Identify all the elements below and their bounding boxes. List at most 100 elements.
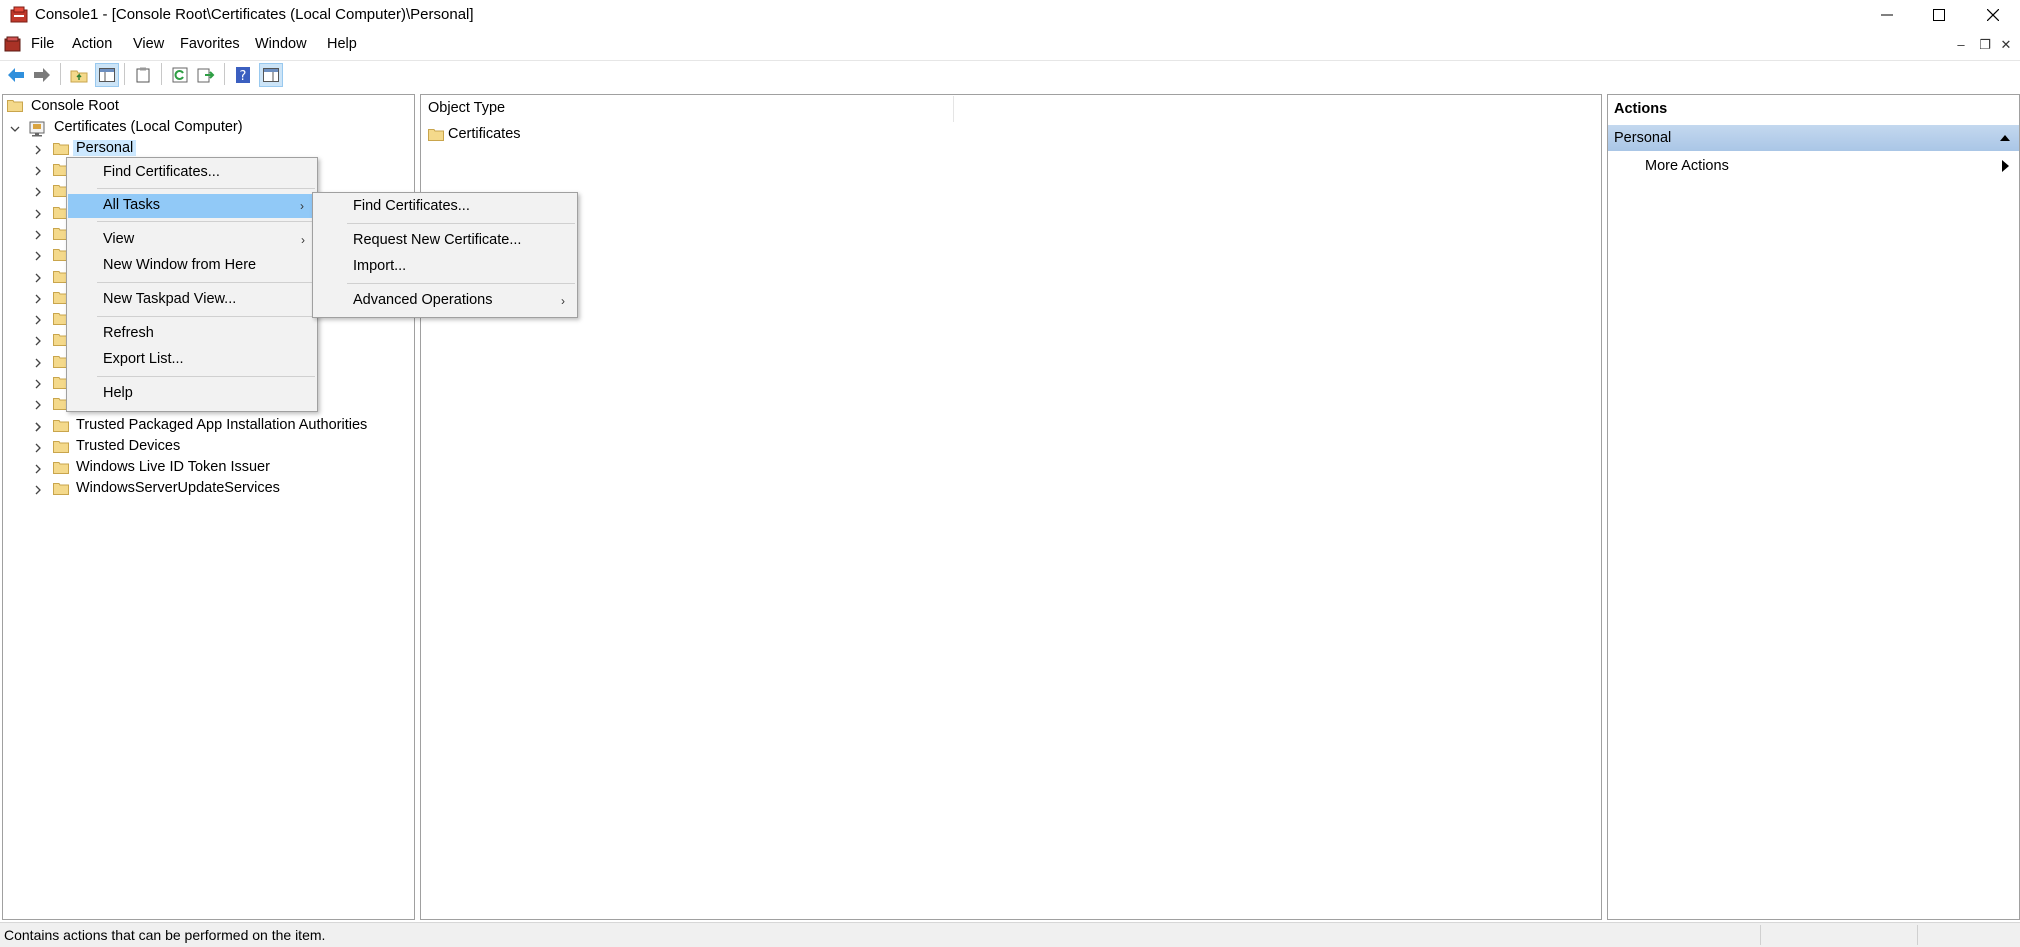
minimize-icon — [1881, 14, 1893, 16]
show-hide-tree-button[interactable] — [95, 63, 119, 87]
menu-view[interactable]: View — [133, 36, 164, 52]
certificate-app-icon — [10, 6, 28, 23]
up-one-level-button[interactable] — [67, 63, 91, 87]
menu-help[interactable]: Help — [327, 36, 357, 52]
chevron-right-icon[interactable] — [33, 464, 43, 474]
tree-item-wsus[interactable]: WindowsServerUpdateServices — [76, 480, 280, 496]
mmc-console-icon[interactable] — [4, 36, 21, 53]
chevron-right-icon[interactable] — [33, 294, 43, 304]
menu-file[interactable]: File — [31, 36, 54, 52]
chevron-right-icon[interactable] — [33, 315, 43, 325]
refresh-button[interactable] — [168, 63, 192, 87]
toolbar-separator — [161, 63, 162, 85]
sub-import[interactable]: Import... — [313, 255, 577, 279]
chevron-right-icon[interactable] — [33, 187, 43, 197]
chevron-right-icon[interactable] — [33, 358, 43, 368]
forward-icon — [34, 68, 50, 82]
ctx-new-window[interactable]: New Window from Here — [67, 254, 317, 278]
close-button[interactable] — [1966, 0, 2020, 30]
export-list-button[interactable] — [194, 63, 218, 87]
chevron-right-icon[interactable] — [33, 209, 43, 219]
tree-item-personal[interactable]: Personal — [73, 140, 137, 156]
ctx-view[interactable]: View › — [67, 228, 317, 252]
back-button[interactable] — [4, 63, 28, 87]
folder-icon — [53, 462, 69, 474]
window-title: Console1 - [Console Root\Certificates (L… — [35, 6, 474, 23]
ctx-find-certificates[interactable]: Find Certificates... — [67, 161, 317, 185]
submenu-arrow-icon: › — [561, 294, 565, 308]
menu-separator — [347, 223, 575, 224]
status-divider — [1760, 925, 1761, 945]
export-list-icon — [197, 68, 215, 83]
results-pane[interactable] — [420, 94, 1602, 920]
chevron-right-icon[interactable] — [33, 379, 43, 389]
folder-icon — [53, 483, 69, 495]
folder-icon — [53, 420, 69, 432]
collapse-up-icon[interactable] — [2000, 134, 2010, 142]
minimize-button[interactable] — [1860, 0, 1914, 30]
ctx-help[interactable]: Help — [67, 382, 317, 406]
menu-favorites[interactable]: Favorites — [180, 36, 240, 52]
help-button[interactable]: ? — [231, 63, 255, 87]
properties-button[interactable] — [131, 63, 155, 87]
forward-button[interactable] — [30, 63, 54, 87]
menu-separator — [97, 282, 315, 283]
folder-icon — [428, 129, 444, 141]
maximize-button[interactable] — [1912, 0, 1966, 30]
refresh-icon — [172, 67, 188, 83]
actions-section-label: Personal — [1614, 130, 1672, 146]
sub-request-new-certificate[interactable]: Request New Certificate... — [313, 229, 577, 253]
toolbar — [0, 60, 2020, 90]
ctx-new-taskpad[interactable]: New Taskpad View... — [67, 288, 317, 312]
sub-find-certificates[interactable]: Find Certificates... — [313, 195, 577, 219]
tree-item-trusted-devices[interactable]: Trusted Devices — [76, 438, 180, 454]
chevron-right-icon[interactable] — [33, 485, 43, 495]
chevron-down-icon[interactable] — [10, 124, 20, 134]
folder-icon — [53, 441, 69, 453]
chevron-right-icon[interactable] — [33, 145, 43, 155]
chevron-right-icon[interactable] — [33, 336, 43, 346]
properties-icon — [136, 67, 150, 83]
actions-pane — [1607, 94, 2020, 920]
chevron-right-icon[interactable] — [33, 443, 43, 453]
all-tasks-submenu: Find Certificates... Request New Certifi… — [312, 192, 578, 318]
mdi-minimize-icon[interactable]: – — [1953, 36, 1969, 54]
chevron-right-icon[interactable] — [33, 400, 43, 410]
result-row-certificates[interactable]: Certificates — [448, 126, 521, 142]
chevron-right-icon[interactable] — [33, 166, 43, 176]
ctx-all-tasks[interactable]: All Tasks › — [68, 194, 316, 218]
back-icon — [8, 68, 24, 82]
submenu-arrow-icon: › — [300, 199, 304, 213]
chevron-right-icon[interactable] — [33, 230, 43, 240]
menu-separator — [97, 376, 315, 377]
chevron-right-icon[interactable] — [33, 251, 43, 261]
help-icon: ? — [236, 67, 250, 84]
menu-action[interactable]: Action — [72, 36, 112, 52]
column-divider[interactable] — [953, 96, 954, 122]
show-hide-action-pane-button[interactable] — [259, 63, 283, 87]
ctx-export-list[interactable]: Export List... — [67, 348, 317, 372]
show-hide-action-pane-icon — [263, 68, 279, 82]
mdi-close-icon[interactable]: ✕ — [1998, 36, 2014, 54]
chevron-right-icon[interactable] — [33, 273, 43, 283]
tree-item-console-root[interactable]: Console Root — [31, 98, 119, 114]
tree-item-certificates[interactable]: Certificates (Local Computer) — [54, 119, 243, 135]
close-icon — [1987, 9, 1999, 21]
tree-item-windows-live-id[interactable]: Windows Live ID Token Issuer — [76, 459, 270, 475]
toolbar-separator — [224, 63, 225, 85]
actions-title: Actions — [1614, 101, 1668, 117]
menu-separator — [97, 316, 315, 317]
certificates-snapin-icon — [29, 121, 45, 137]
mdi-restore-icon[interactable]: ❐ — [1977, 36, 1993, 54]
more-actions-item[interactable]: More Actions — [1645, 158, 1729, 174]
chevron-right-icon[interactable] — [33, 422, 43, 432]
menu-window[interactable]: Window — [255, 36, 307, 52]
menu-separator — [97, 188, 315, 189]
toolbar-separator — [60, 63, 61, 85]
tree-item-trusted-packaged-app[interactable]: Trusted Packaged App Installation Author… — [76, 417, 367, 433]
show-hide-tree-icon — [99, 68, 115, 82]
ctx-refresh[interactable]: Refresh — [67, 322, 317, 346]
svg-text:?: ? — [240, 69, 247, 84]
sub-advanced-operations[interactable]: Advanced Operations › — [313, 289, 577, 313]
column-header-object-type[interactable]: Object Type — [428, 100, 505, 116]
